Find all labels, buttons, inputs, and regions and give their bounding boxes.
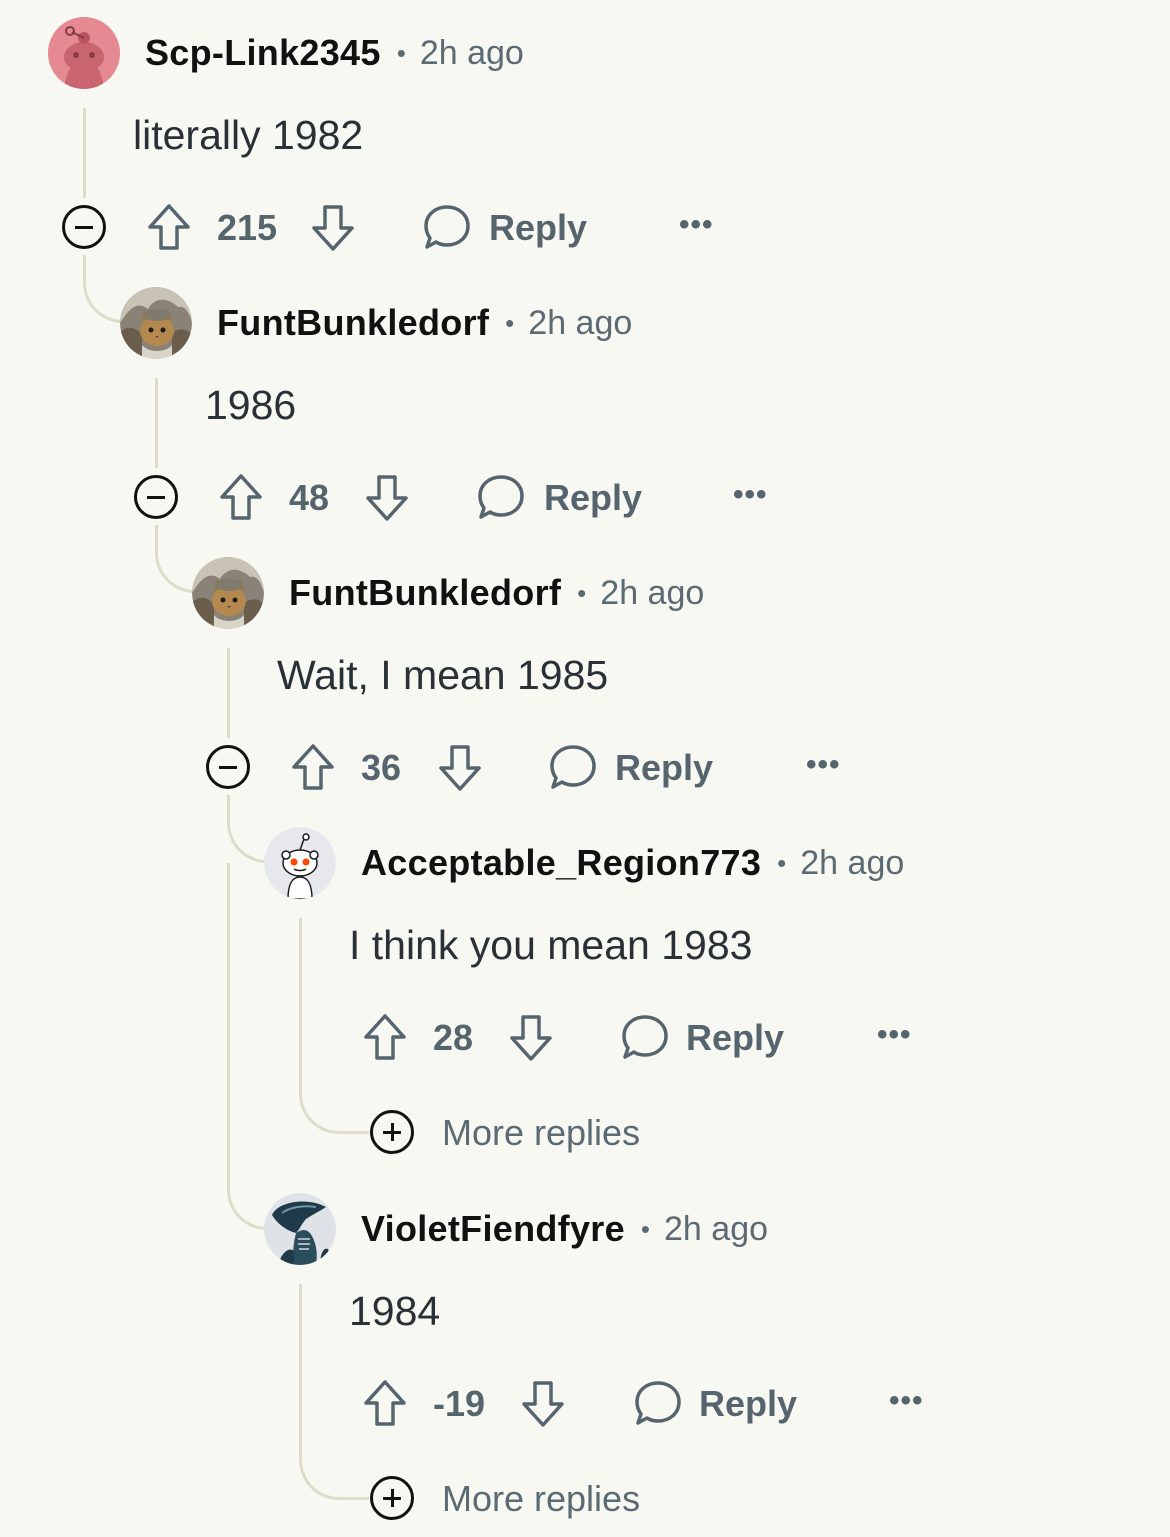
reply-button[interactable]: Reply bbox=[615, 747, 713, 789]
comment-text: I think you mean 1983 bbox=[349, 922, 753, 968]
avatar[interactable] bbox=[48, 17, 120, 89]
timestamp: 2h ago bbox=[664, 1209, 769, 1248]
more-replies-link[interactable]: More replies bbox=[442, 1478, 640, 1520]
ellipsis-icon[interactable]: ••• bbox=[679, 208, 714, 242]
avatar[interactable] bbox=[192, 557, 264, 629]
plus-circle-icon[interactable] bbox=[370, 1110, 414, 1154]
collapse-icon[interactable] bbox=[62, 205, 106, 249]
vote-score: 36 bbox=[361, 747, 402, 788]
ellipsis-icon[interactable]: ••• bbox=[806, 748, 841, 782]
timestamp: 2h ago bbox=[528, 303, 633, 342]
ellipsis-icon[interactable]: ••• bbox=[877, 1018, 912, 1052]
vote-score: -19 bbox=[433, 1383, 486, 1424]
avatar[interactable] bbox=[120, 287, 192, 359]
snoo-white-avatar-icon bbox=[264, 827, 336, 899]
separator-dot: • bbox=[777, 847, 787, 878]
username[interactable]: FuntBunkledorf bbox=[289, 572, 561, 614]
avatar[interactable] bbox=[264, 1193, 336, 1265]
speech-bubble-icon[interactable] bbox=[477, 473, 525, 521]
comment-text: literally 1982 bbox=[133, 112, 364, 158]
ellipsis-icon[interactable]: ••• bbox=[889, 1384, 924, 1418]
downvote-arrow-icon[interactable] bbox=[520, 1380, 566, 1428]
reply-button[interactable]: Reply bbox=[699, 1383, 797, 1425]
speech-bubble-icon[interactable] bbox=[423, 203, 471, 251]
separator-dot: • bbox=[396, 37, 406, 68]
username[interactable]: Scp-Link2345 bbox=[145, 32, 381, 74]
downvote-arrow-icon[interactable] bbox=[310, 204, 356, 252]
comment-text: 1986 bbox=[205, 382, 297, 428]
separator-dot: • bbox=[640, 1213, 651, 1244]
upvote-arrow-icon[interactable] bbox=[146, 203, 192, 251]
vote-score: 48 bbox=[289, 477, 330, 518]
upvote-arrow-icon[interactable] bbox=[362, 1013, 408, 1061]
plus-circle-icon[interactable] bbox=[370, 1476, 414, 1520]
collapse-icon[interactable] bbox=[134, 475, 178, 519]
ellipsis-icon[interactable]: ••• bbox=[733, 478, 768, 512]
separator-dot: • bbox=[505, 307, 515, 338]
comment-text: Wait, I mean 1985 bbox=[277, 652, 609, 698]
cat-photo-avatar-icon bbox=[120, 287, 192, 359]
reply-button[interactable]: Reply bbox=[544, 477, 642, 519]
speech-bubble-icon[interactable] bbox=[621, 1013, 669, 1061]
upvote-arrow-icon[interactable] bbox=[362, 1379, 408, 1427]
downvote-arrow-icon[interactable] bbox=[437, 744, 483, 792]
snoo-pink-avatar-icon bbox=[48, 17, 120, 89]
username[interactable]: Acceptable_Region773 bbox=[361, 842, 761, 884]
downvote-arrow-icon[interactable] bbox=[364, 474, 410, 522]
comment-text: 1984 bbox=[349, 1288, 441, 1334]
vote-score: 215 bbox=[217, 207, 278, 248]
upvote-arrow-icon[interactable] bbox=[290, 743, 336, 791]
username[interactable]: FuntBunkledorf bbox=[217, 302, 489, 344]
timestamp: 2h ago bbox=[419, 33, 524, 72]
upvote-arrow-icon[interactable] bbox=[218, 473, 264, 521]
alien-avatar-icon bbox=[264, 1193, 336, 1265]
reply-button[interactable]: Reply bbox=[489, 207, 587, 249]
more-replies-link[interactable]: More replies bbox=[442, 1112, 640, 1154]
timestamp: 2h ago bbox=[800, 843, 905, 882]
separator-dot: • bbox=[577, 577, 587, 608]
downvote-arrow-icon[interactable] bbox=[508, 1014, 554, 1062]
vote-score: 28 bbox=[433, 1017, 474, 1058]
speech-bubble-icon[interactable] bbox=[634, 1379, 682, 1427]
avatar[interactable] bbox=[264, 827, 336, 899]
timestamp: 2h ago bbox=[600, 573, 705, 612]
collapse-icon[interactable] bbox=[206, 745, 250, 789]
reply-button[interactable]: Reply bbox=[686, 1017, 784, 1059]
username[interactable]: VioletFiendfyre bbox=[361, 1208, 625, 1250]
cat-photo-avatar-icon bbox=[192, 557, 264, 629]
speech-bubble-icon[interactable] bbox=[549, 743, 597, 791]
